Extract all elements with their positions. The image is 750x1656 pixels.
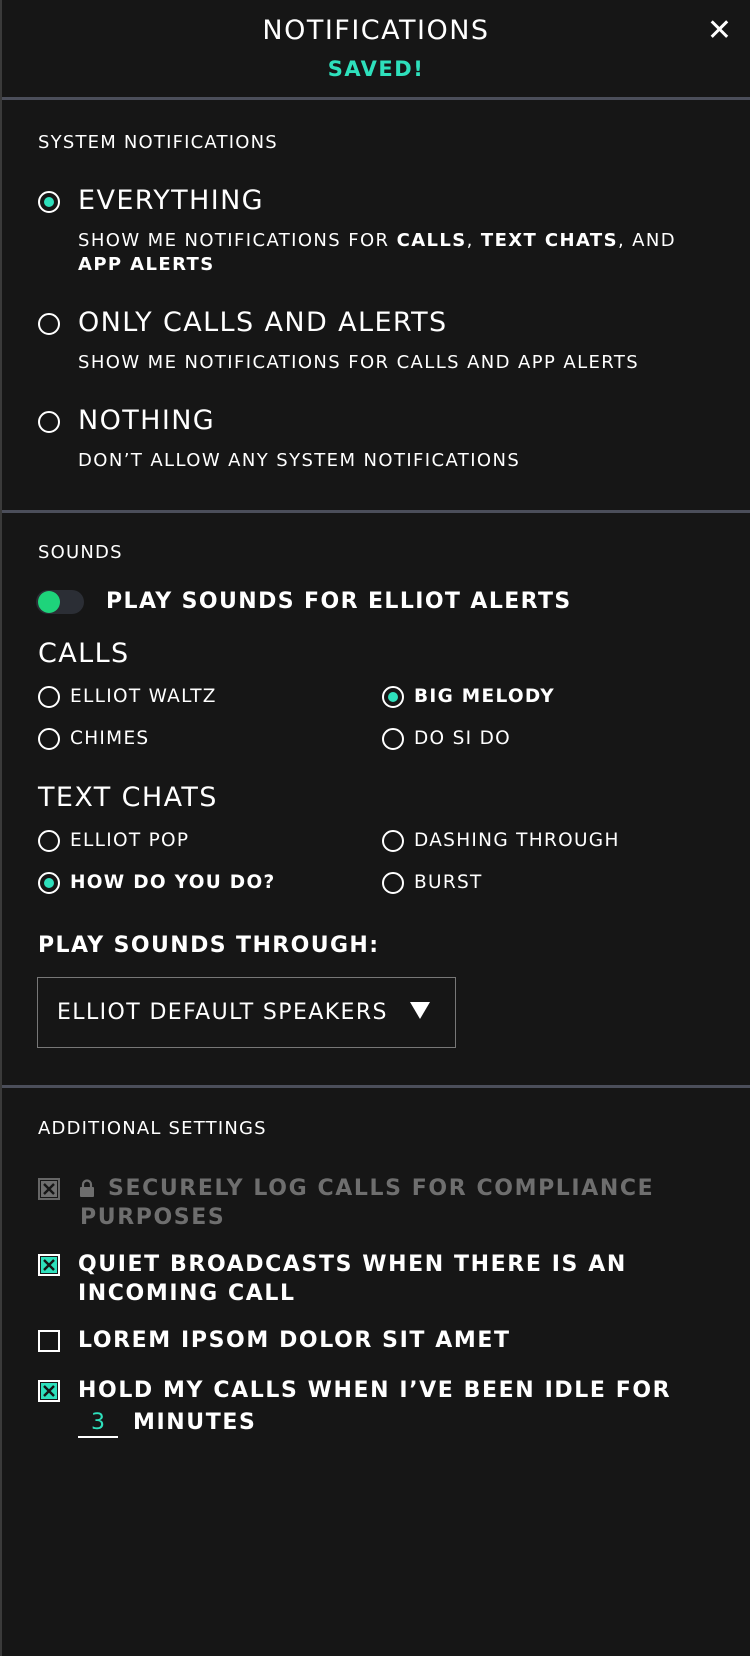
desc-calls: CALLS: [396, 230, 467, 251]
panel-header: NOTIFICATIONS SAVED! ✕: [2, 0, 750, 100]
radio-dashing-through[interactable]: [382, 830, 404, 852]
lock-icon: [80, 1179, 94, 1197]
sounds-toggle-label[interactable]: PLAY SOUNDS FOR ELLIOT ALERTS: [106, 589, 572, 614]
checkbox-lorem-ipsom[interactable]: [38, 1330, 60, 1352]
sound-option-elliot-waltz[interactable]: ELLIOT WALTZ: [70, 686, 217, 707]
desc-text: ,: [466, 230, 481, 251]
sound-option-elliot-pop[interactable]: ELLIOT POP: [70, 830, 189, 851]
sound-option-burst[interactable]: BURST: [414, 872, 483, 893]
desc-text: SHOW ME NOTIFICATIONS FOR: [78, 230, 397, 251]
section-divider: [2, 510, 750, 513]
desc-text-chats: TEXT CHATS: [480, 230, 618, 251]
sound-option-do-si-do[interactable]: DO SI DO: [414, 728, 511, 749]
lorem-ipsom-label[interactable]: LOREM IPSOM DOLOR SIT AMET: [78, 1327, 511, 1355]
desc-app-alerts: APP ALERTS: [78, 254, 215, 275]
minutes-label: MINUTES: [133, 1410, 257, 1435]
radio-everything[interactable]: [38, 191, 60, 213]
option-description: SHOW ME NOTIFICATIONS FOR CALLS AND APP …: [78, 352, 640, 373]
text-chats-title: TEXT CHATS: [38, 782, 218, 813]
check-x-icon: [41, 1181, 57, 1197]
calls-title: CALLS: [38, 638, 130, 669]
radio-only-calls-alerts[interactable]: [38, 313, 60, 335]
additional-settings-label: ADDITIONAL SETTINGS: [38, 1118, 267, 1139]
quiet-broadcasts-label-line2[interactable]: INCOMING CALL: [78, 1280, 296, 1308]
sound-option-dashing-through[interactable]: DASHING THROUGH: [414, 830, 620, 851]
notifications-panel: NOTIFICATIONS SAVED! ✕ SYSTEM NOTIFICATI…: [0, 0, 750, 1656]
close-icon[interactable]: ✕: [707, 16, 732, 46]
output-device-select[interactable]: ELLIOT DEFAULT SPEAKERS: [37, 977, 456, 1048]
quiet-broadcasts-label-line1[interactable]: QUIET BROADCASTS WHEN THERE IS AN: [78, 1251, 627, 1279]
output-device-value[interactable]: ELLIOT DEFAULT SPEAKERS: [57, 1000, 388, 1025]
compliance-logging-label-line2: PURPOSES: [80, 1205, 226, 1230]
compliance-logging-label-line1: SECURELY LOG CALLS FOR COMPLIANCE: [108, 1176, 655, 1201]
checkbox-hold-calls[interactable]: [38, 1380, 60, 1402]
page-title: NOTIFICATIONS: [262, 15, 490, 46]
sounds-toggle[interactable]: [36, 590, 84, 614]
dropdown-arrow-icon[interactable]: [410, 1002, 430, 1019]
option-title[interactable]: NOTHING: [78, 405, 215, 436]
toggle-knob[interactable]: [38, 591, 60, 613]
section-divider: [2, 1085, 750, 1088]
radio-big-melody[interactable]: [382, 686, 404, 708]
sound-option-big-melody[interactable]: BIG MELODY: [414, 686, 555, 707]
radio-nothing[interactable]: [38, 411, 60, 433]
system-notifications-label: SYSTEM NOTIFICATIONS: [38, 132, 278, 153]
radio-do-si-do[interactable]: [382, 728, 404, 750]
desc-text: , AND: [617, 230, 677, 251]
sound-option-chimes[interactable]: CHIMES: [70, 728, 149, 749]
idle-minutes-input[interactable]: [78, 1408, 118, 1438]
option-title[interactable]: ONLY CALLS AND ALERTS: [78, 307, 448, 338]
radio-elliot-waltz[interactable]: [38, 686, 60, 708]
saved-status: SAVED!: [327, 57, 425, 81]
check-x-icon: [41, 1257, 57, 1273]
option-title[interactable]: EVERYTHING: [78, 185, 264, 216]
sound-option-how-do-you-do[interactable]: HOW DO YOU DO?: [70, 872, 276, 893]
checkbox-quiet-broadcasts[interactable]: [38, 1254, 60, 1276]
option-description: DON’T ALLOW ANY SYSTEM NOTIFICATIONS: [78, 450, 521, 471]
radio-chimes[interactable]: [38, 728, 60, 750]
radio-how-do-you-do[interactable]: [38, 872, 60, 894]
check-x-icon: [41, 1383, 57, 1399]
checkbox-compliance-logging: [38, 1178, 60, 1200]
hold-calls-label[interactable]: HOLD MY CALLS WHEN I’VE BEEN IDLE FOR: [78, 1377, 671, 1405]
radio-burst[interactable]: [382, 872, 404, 894]
option-description: SHOW ME NOTIFICATIONS FOR CALLS, TEXT CH…: [78, 229, 676, 277]
radio-elliot-pop[interactable]: [38, 830, 60, 852]
play-sounds-through-label: PLAY SOUNDS THROUGH:: [38, 933, 380, 958]
sounds-label: SOUNDS: [38, 542, 123, 563]
